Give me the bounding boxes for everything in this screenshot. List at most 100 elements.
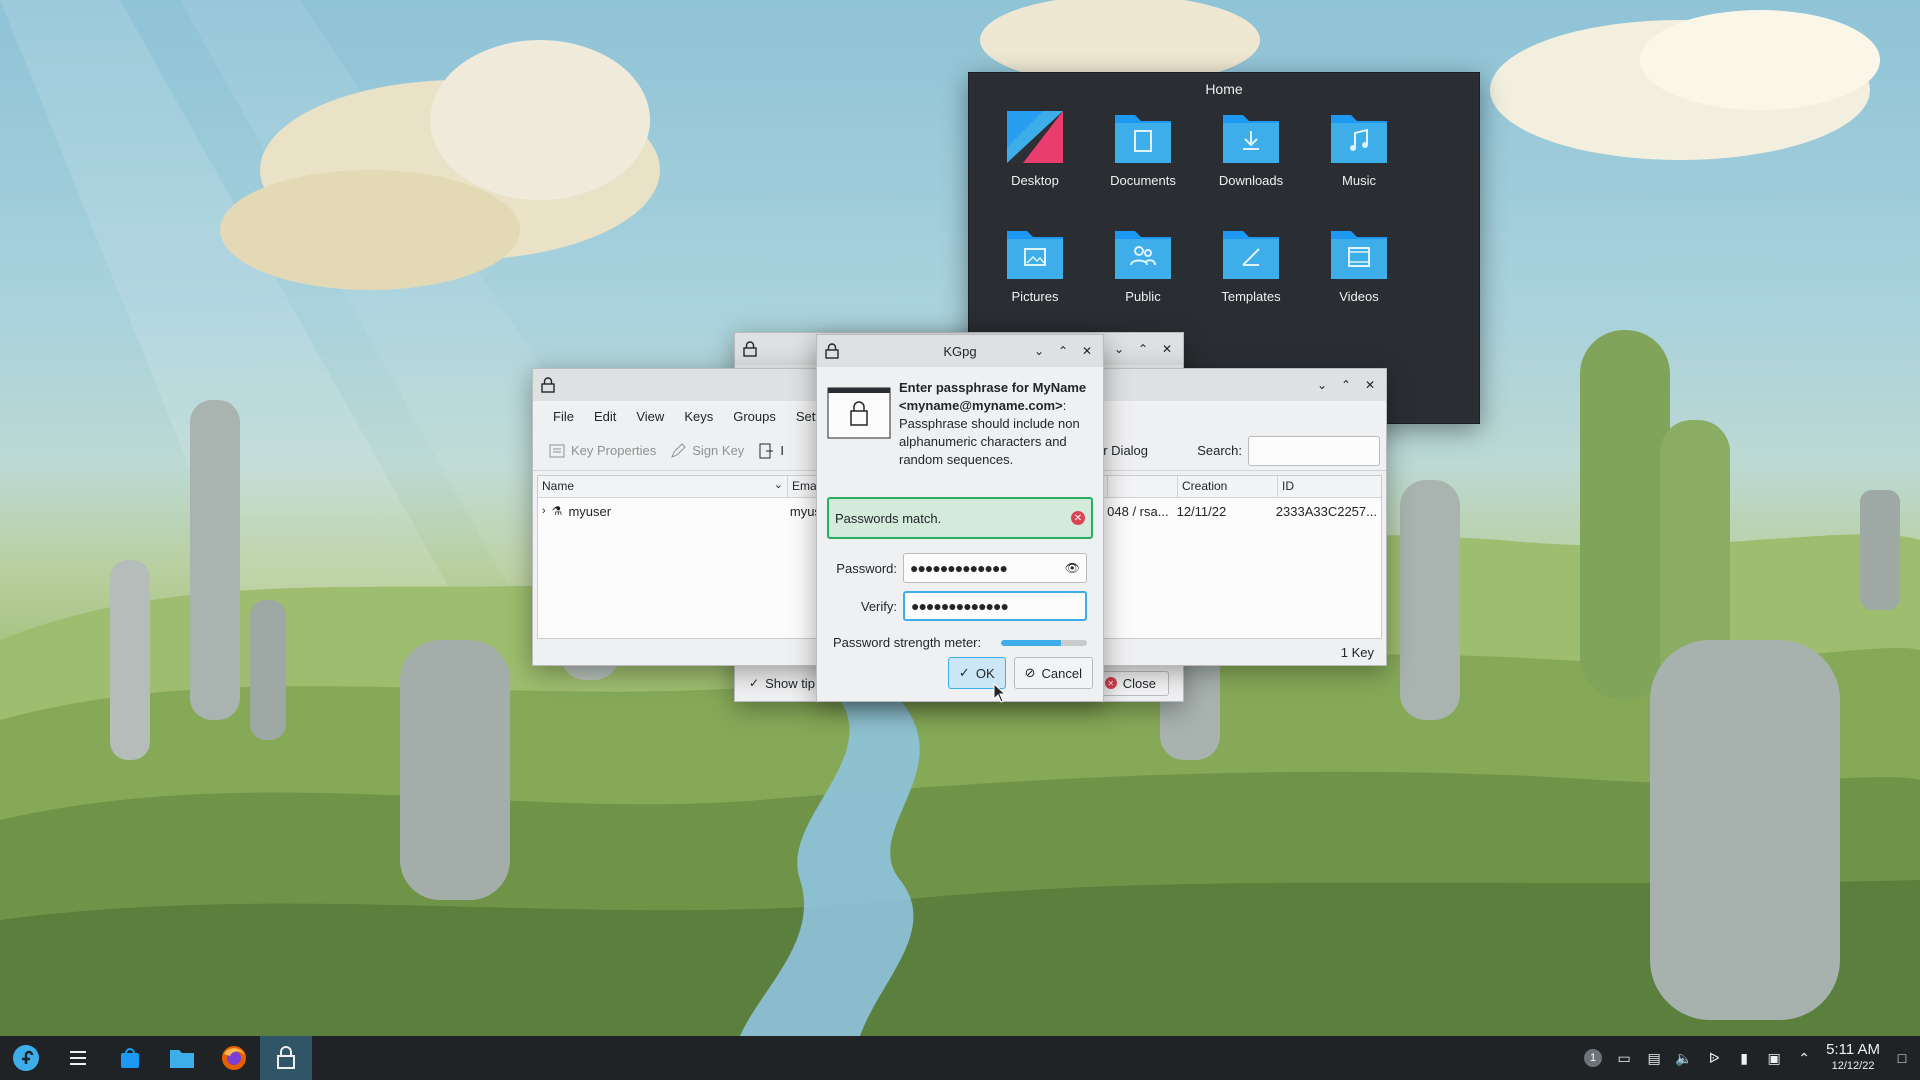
password-match-banner: Passwords match. ✕	[827, 497, 1093, 539]
desktop-folder-icon	[1007, 111, 1063, 163]
lock-icon	[541, 377, 555, 393]
folder-desktop[interactable]: Desktop	[981, 103, 1089, 207]
pen-icon	[671, 442, 686, 458]
key-id-cell: 2333A33C2257...	[1275, 503, 1377, 519]
tray-expand-chevron-icon[interactable]: ⌃	[1796, 1050, 1812, 1066]
usb-device-icon[interactable]: ▮	[1736, 1050, 1752, 1066]
public-folder-icon	[1115, 231, 1171, 279]
menu-edit[interactable]: Edit	[584, 409, 626, 424]
kgpg-task-button[interactable]	[260, 1036, 312, 1080]
strength-meter-label: Password strength meter:	[833, 635, 982, 650]
folder-downloads[interactable]: Downloads	[1197, 103, 1305, 207]
folder-videos[interactable]: Videos	[1305, 219, 1413, 323]
app-launcher-button[interactable]	[0, 1036, 52, 1080]
key-pair-icon: ⚗	[551, 504, 563, 518]
close-button[interactable]: ✕	[1362, 377, 1378, 393]
passphrase-dialog: KGpg ⌄ ⌃ ✕ Enter passphrase for MyName <…	[816, 334, 1104, 702]
network-icon[interactable]: ▣	[1766, 1050, 1782, 1066]
menu-view[interactable]: View	[626, 409, 674, 424]
search-input[interactable]	[1248, 435, 1380, 466]
close-button[interactable]: ✕	[1079, 343, 1095, 359]
folder-templates[interactable]: Templates	[1197, 219, 1305, 323]
lock-icon	[825, 343, 839, 359]
dialog-titlebar[interactable]: KGpg ⌄ ⌃ ✕	[817, 335, 1103, 367]
column-creation[interactable]: Creation	[1178, 476, 1278, 497]
folder-music[interactable]: Music	[1305, 103, 1413, 207]
music-folder-icon	[1331, 115, 1387, 163]
big-lock-icon	[827, 387, 891, 439]
dialog-buttons: ✓ OK ⊘ Cancel	[947, 657, 1093, 689]
maximize-button[interactable]: ⌃	[1135, 341, 1151, 357]
notification-badge[interactable]: 1	[1584, 1049, 1603, 1067]
downloads-folder-icon	[1223, 115, 1279, 163]
close-circle-icon: ✕	[1104, 677, 1117, 689]
cancel-button[interactable]: ⊘ Cancel	[1013, 657, 1093, 689]
dismiss-banner-icon[interactable]: ✕	[1071, 511, 1085, 525]
pictures-folder-icon	[1007, 231, 1063, 279]
cancel-icon: ⊘	[1024, 665, 1036, 680]
discover-button[interactable]	[104, 1036, 156, 1080]
folder-icon	[170, 1050, 194, 1068]
display-icon[interactable]: ▭	[1616, 1050, 1632, 1066]
password-label: Password:	[836, 560, 897, 576]
popup-title: Home	[1205, 81, 1243, 97]
dialog-message: Enter passphrase for MyName <myname@myna…	[817, 367, 1103, 497]
column-name[interactable]: Name ⌄	[538, 476, 788, 497]
column-size[interactable]	[1108, 476, 1178, 497]
show-password-eye-icon[interactable]: 👁	[1065, 561, 1080, 575]
sort-chevron-icon: ⌄	[773, 479, 783, 491]
clipboard-icon[interactable]: ▤	[1646, 1050, 1662, 1066]
system-tray: 1 ▭ ▤ 🔈 ᐉ ▮ ▣ ⌃ 5:11 AM 12/12/22 □	[1584, 1042, 1920, 1074]
minimize-button[interactable]: ⌄	[1031, 343, 1047, 359]
bluetooth-icon[interactable]: ᐉ	[1706, 1050, 1722, 1066]
key-size-cell: 048 / rsa...	[1107, 503, 1169, 519]
minimize-button[interactable]: ⌄	[1314, 377, 1330, 393]
maximize-button[interactable]: ⌃	[1338, 377, 1354, 393]
close-button[interactable]: ✕	[1159, 341, 1175, 357]
maximize-button[interactable]: ⌃	[1055, 343, 1071, 359]
import-icon	[759, 443, 774, 458]
documents-folder-icon	[1115, 115, 1171, 163]
sign-key-button[interactable]: Sign Key	[670, 442, 744, 459]
volume-icon[interactable]: 🔈	[1675, 1050, 1692, 1066]
folder-public[interactable]: Public	[1089, 219, 1197, 323]
column-id[interactable]: ID	[1278, 476, 1381, 497]
key-properties-button[interactable]: Key Properties	[549, 443, 656, 459]
strength-meter-row: Password strength meter:	[817, 635, 1103, 650]
folder-grid: Desktop Documents Downloads Music Pictur…	[969, 103, 1479, 323]
folder-pictures[interactable]: Pictures	[981, 219, 1089, 323]
lock-icon	[743, 341, 757, 357]
import-key-button[interactable]: I	[758, 443, 784, 459]
pager-button[interactable]	[52, 1036, 104, 1080]
menu-groups[interactable]: Groups	[723, 409, 786, 424]
minimize-button[interactable]: ⌄	[1111, 341, 1127, 357]
clock[interactable]: 5:11 AM 12/12/22	[1826, 1042, 1880, 1074]
settings-sliders-icon	[70, 1051, 86, 1065]
store-bag-icon	[121, 1048, 139, 1068]
search-area: Search:	[1197, 435, 1386, 466]
key-creation-cell: 12/11/22	[1176, 503, 1227, 519]
menu-file[interactable]: File	[543, 409, 584, 424]
firefox-button[interactable]	[208, 1036, 260, 1080]
strength-meter-fill	[1001, 639, 1062, 646]
verify-field[interactable]: ●●●●●●●●●●●●●	[903, 591, 1087, 621]
mouse-cursor-icon	[993, 683, 1007, 703]
templates-folder-icon	[1223, 231, 1279, 279]
show-tips-checkbox[interactable]: ✓ Show tip	[749, 676, 815, 691]
file-manager-button[interactable]	[156, 1036, 208, 1080]
checkmark-icon: ✓	[749, 676, 760, 690]
fedora-logo-icon	[13, 1045, 39, 1071]
expand-arrow-icon[interactable]: ›	[542, 505, 546, 517]
verify-row: Verify: ●●●●●●●●●●●●●	[817, 591, 1103, 621]
kgpg-lock-icon	[277, 1046, 295, 1069]
menu-keys[interactable]: Keys	[674, 409, 723, 424]
verify-label: Verify:	[860, 598, 897, 614]
search-label: Search:	[1197, 443, 1242, 458]
password-row: Password: ●●●●●●●●●●●●● 👁	[817, 553, 1103, 583]
folder-documents[interactable]: Documents	[1089, 103, 1197, 207]
videos-folder-icon	[1331, 231, 1387, 279]
password-field[interactable]: ●●●●●●●●●●●●● 👁	[903, 553, 1087, 583]
dialog-message-text: Enter passphrase for MyName <myname@myna…	[899, 380, 1087, 467]
key-name-cell: › ⚗ myuser	[542, 503, 612, 519]
show-desktop-icon[interactable]: □	[1894, 1050, 1910, 1066]
